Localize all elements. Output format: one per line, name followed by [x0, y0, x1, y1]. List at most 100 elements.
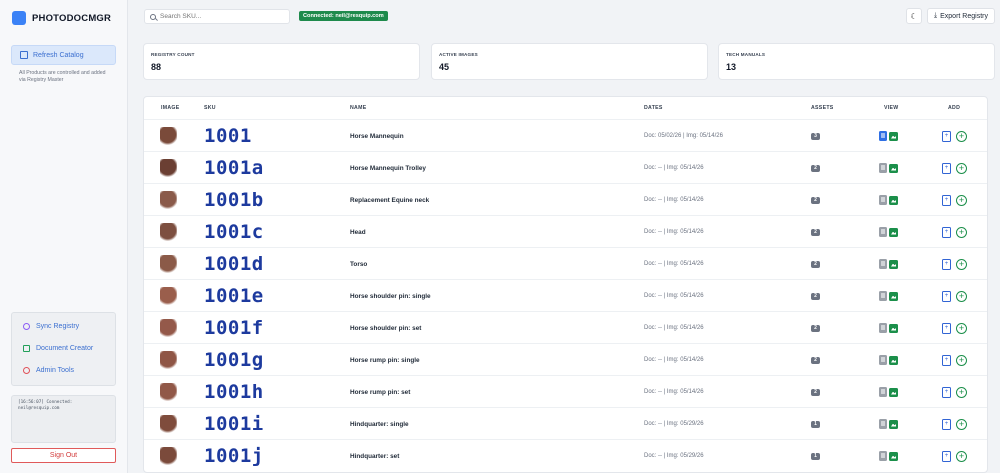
product-thumbnail[interactable]	[160, 222, 177, 242]
name-cell: Horse rump pin: set	[350, 376, 410, 408]
view-document-icon[interactable]	[879, 387, 887, 397]
add-image-button[interactable]: +	[956, 194, 967, 206]
view-image-icon[interactable]	[889, 291, 898, 301]
view-image-icon[interactable]	[889, 259, 898, 269]
view-document-icon[interactable]	[879, 131, 887, 141]
product-thumbnail[interactable]	[160, 382, 177, 402]
sku-value: 1001j	[204, 445, 264, 467]
search-input[interactable]	[160, 13, 280, 20]
view-image-icon[interactable]	[889, 419, 898, 429]
dates-value: Doc: -- | Img: 05/14/26	[644, 261, 704, 267]
image-cell	[160, 248, 177, 280]
view-image-icon[interactable]	[889, 163, 898, 173]
view-document-icon[interactable]	[879, 355, 887, 365]
view-document-icon[interactable]	[879, 195, 887, 205]
view-image-icon[interactable]	[889, 323, 898, 333]
add-image-button[interactable]: +	[956, 354, 967, 366]
view-image-icon[interactable]	[889, 387, 898, 397]
add-document-button[interactable]: +	[942, 290, 951, 302]
product-thumbnail[interactable]	[160, 190, 177, 210]
add-image-button[interactable]: +	[956, 258, 967, 270]
search-box[interactable]	[144, 9, 290, 24]
document-creator-button[interactable]: Document Creator	[23, 345, 93, 352]
add-cell: + +	[942, 344, 967, 376]
sku-value: 1001	[204, 125, 252, 147]
asset-count-badge: 2	[811, 292, 820, 300]
table-row[interactable]: 1001c Head Doc: -- | Img: 05/14/26 2 + +	[144, 215, 987, 248]
table-row[interactable]: 1001d Torso Doc: -- | Img: 05/14/26 2 + +	[144, 247, 987, 280]
view-cell	[879, 216, 898, 248]
header-image: IMAGE	[161, 105, 180, 111]
add-document-button[interactable]: +	[942, 450, 951, 462]
table-row[interactable]: 1001 Horse Mannequin Doc: 05/02/26 | Img: …	[144, 119, 987, 151]
product-thumbnail[interactable]	[160, 318, 177, 338]
add-image-button[interactable]: +	[956, 450, 967, 462]
view-document-icon[interactable]	[879, 451, 887, 461]
table-row[interactable]: 1001j Hindquarter: set Doc: -- | Img: 05/2…	[144, 439, 987, 472]
product-thumbnail[interactable]	[160, 414, 177, 434]
add-document-button[interactable]: +	[942, 130, 951, 142]
view-document-icon[interactable]	[879, 419, 887, 429]
view-image-icon[interactable]	[889, 355, 898, 365]
sync-registry-button[interactable]: Sync Registry	[23, 323, 79, 330]
product-thumbnail[interactable]	[160, 446, 177, 466]
table-row[interactable]: 1001f Horse shoulder pin: set Doc: -- | Im…	[144, 311, 987, 344]
product-thumbnail[interactable]	[160, 286, 177, 306]
add-cell: + +	[942, 248, 967, 280]
add-document-button[interactable]: +	[942, 322, 951, 334]
image-cell	[160, 216, 177, 248]
dates-value: Doc: -- | Img: 05/14/26	[644, 197, 704, 203]
add-document-button[interactable]: +	[942, 354, 951, 366]
table-row[interactable]: 1001i Hindquarter: single Doc: -- | Img: 0…	[144, 407, 987, 440]
table-row[interactable]: 1001b Replacement Equine neck Doc: -- | Im…	[144, 183, 987, 216]
view-document-icon[interactable]	[879, 163, 887, 173]
dates-cell: Doc: -- | Img: 05/14/26	[644, 312, 704, 344]
view-document-icon[interactable]	[879, 323, 887, 333]
name-cell: Horse Mannequin Trolley	[350, 152, 426, 184]
add-image-button[interactable]: +	[956, 386, 967, 398]
table-row[interactable]: 1001h Horse rump pin: set Doc: -- | Img: 0…	[144, 375, 987, 408]
view-document-icon[interactable]	[879, 227, 887, 237]
table-row[interactable]: 1001g Horse rump pin: single Doc: -- | Img…	[144, 343, 987, 376]
view-document-icon[interactable]	[879, 291, 887, 301]
sku-cell: 1001i	[204, 408, 264, 440]
view-cell	[879, 152, 898, 184]
add-document-button[interactable]: +	[942, 418, 951, 430]
asset-count-badge: 3	[811, 132, 820, 140]
add-document-button[interactable]: +	[942, 258, 951, 270]
add-cell: + +	[942, 440, 967, 472]
add-image-button[interactable]: +	[956, 322, 967, 334]
refresh-catalog-button[interactable]: Refresh Catalog	[11, 45, 116, 65]
view-document-icon[interactable]	[879, 259, 887, 269]
admin-tools-button[interactable]: Admin Tools	[23, 367, 74, 374]
add-image-button[interactable]: +	[956, 418, 967, 430]
view-image-icon[interactable]	[889, 451, 898, 461]
table-row[interactable]: 1001a Horse Mannequin Trolley Doc: -- | Im…	[144, 151, 987, 184]
view-image-icon[interactable]	[889, 195, 898, 205]
product-thumbnail[interactable]	[160, 126, 177, 146]
name-cell: Horse shoulder pin: set	[350, 312, 421, 344]
add-image-button[interactable]: +	[956, 290, 967, 302]
add-image-button[interactable]: +	[956, 130, 967, 142]
view-cell	[879, 312, 898, 344]
add-document-button[interactable]: +	[942, 162, 951, 174]
product-name: Horse shoulder pin: set	[350, 324, 422, 332]
view-image-icon[interactable]	[889, 227, 898, 237]
dates-value: Doc: 05/02/26 | Img: 05/14/26	[644, 133, 723, 139]
add-image-button[interactable]: +	[956, 162, 967, 174]
table-row[interactable]: 1001e Horse shoulder pin: single Doc: -- |…	[144, 279, 987, 311]
add-document-button[interactable]: +	[942, 194, 951, 206]
product-thumbnail[interactable]	[160, 158, 177, 178]
add-document-button[interactable]: +	[942, 386, 951, 398]
export-registry-button[interactable]: ⤓ Export Registry	[927, 8, 995, 24]
add-cell: + +	[942, 184, 967, 216]
product-name: Torso	[350, 260, 368, 268]
sign-out-button[interactable]: Sign Out	[11, 448, 116, 463]
add-document-button[interactable]: +	[942, 226, 951, 238]
asset-count-badge: 2	[811, 356, 820, 364]
add-image-button[interactable]: +	[956, 226, 967, 238]
product-thumbnail[interactable]	[160, 254, 177, 274]
view-image-icon[interactable]	[889, 131, 898, 141]
theme-toggle-button[interactable]: ☾	[906, 8, 922, 24]
product-thumbnail[interactable]	[160, 350, 177, 370]
